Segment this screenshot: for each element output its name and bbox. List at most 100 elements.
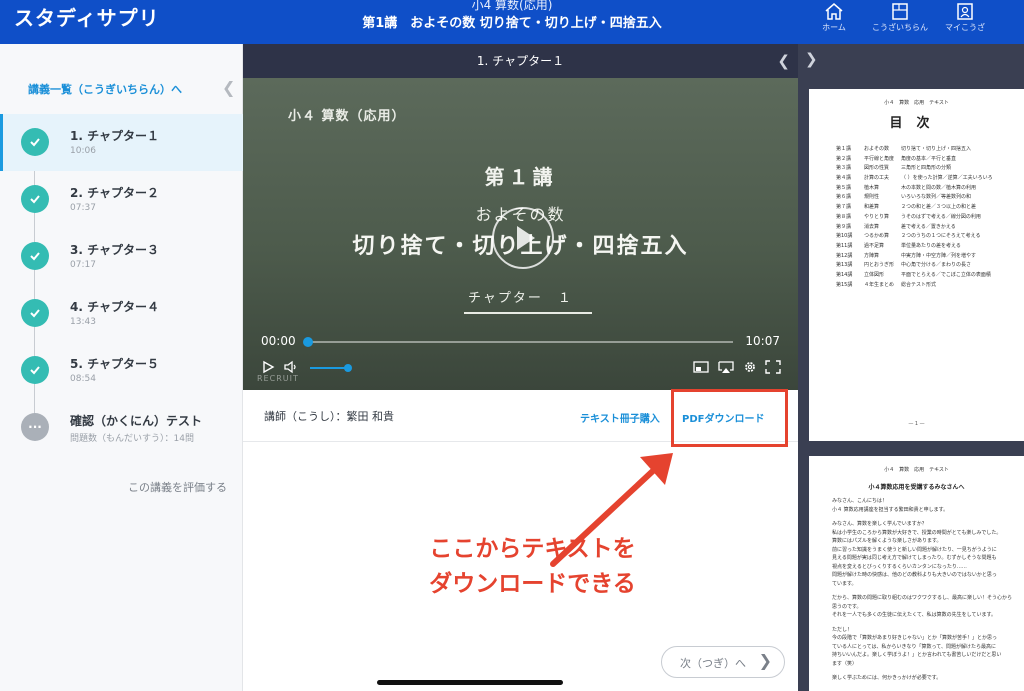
chapter-item-test[interactable]: ··· 確認（かくにん）テスト 問題数（もんだいすう）：14問 — [0, 399, 243, 456]
pdf-toc-detail: （ ）を使った計算／逆算／工夫いろいろ — [901, 175, 993, 182]
check-icon — [21, 242, 49, 270]
pdf-toc-topic: 図形の性質 — [864, 165, 890, 172]
pdf-preview-panel[interactable]: ❯ 小４ 算数 応用 テキスト 目次 第１講 およその数 切り捨て・切り上げ・四捨五… — [798, 44, 1024, 691]
pdf-toc-row: 第４講 計算の工夫 （ ）を使った計算／逆算／工夫いろいろ — [836, 174, 1024, 184]
chevron-left-icon[interactable]: ❮ — [777, 44, 790, 78]
pdf-toc-row: 第２講 平行線と角度 角度の基本／平行と垂直 — [836, 155, 1024, 165]
volume-icon[interactable] — [283, 360, 299, 374]
pdf-toc-detail: ２つのうちの１つにそろえて考える — [901, 233, 981, 240]
seek-bar[interactable] — [303, 337, 733, 347]
pdf-toc-number: 第10講 — [836, 233, 853, 240]
main-content: 1. チャプター１ ❮ 小４ 算数（応用） 第１講 およその数 切り捨て・切り上… — [243, 44, 798, 691]
annotation-line-2: ダウンロードできる — [429, 571, 636, 597]
pdf-toc-topic: 過不足算 — [864, 242, 885, 249]
pdf-toc-number: 第８講 — [836, 213, 852, 220]
pdf-intro-line: 今の段階で「算数があまり好きじゃない」とか「算数が苦手！」とか思っ — [832, 635, 998, 641]
chevron-right-icon: ❯ — [758, 651, 772, 670]
pdf-toc-topic: やりとり算 — [864, 213, 890, 220]
pdf-intro-line: ただし！ — [832, 626, 853, 633]
chapter-item-1[interactable]: 1. チャプター１ 10:06 — [0, 114, 243, 171]
buy-textbook-link[interactable]: テキスト冊子購入 — [580, 410, 660, 425]
pdf-toc-number: 第６講 — [836, 194, 852, 201]
pdf-intro-line: みなさん、算数を楽しく学んでいますか？ — [832, 521, 927, 527]
pdf-toc-detail: 単位量あたりの差を考える — [901, 242, 961, 249]
chapter-duration: 10:06 — [70, 146, 96, 156]
pdf-intro-line: 前に習った知識をうまく使うと新しい問題が解けたり、一見ちがうように — [832, 546, 997, 553]
chevron-right-icon[interactable]: ❯ — [805, 50, 818, 68]
pdf-toc-number: 第４講 — [836, 175, 852, 182]
nav-course-list[interactable]: こうざいちらん — [868, 0, 932, 44]
chapter-item-5[interactable]: 5. チャプター５ 08:54 — [0, 342, 243, 399]
check-icon — [21, 356, 49, 384]
rate-lecture-link[interactable]: この講義を評価する — [128, 479, 227, 495]
chapter-item-2[interactable]: 2. チャプター２ 07:37 — [0, 171, 243, 228]
check-icon — [21, 128, 49, 156]
pdf-toc-detail: 平面でとらえる／でこぼこ立体の表面積 — [901, 271, 991, 278]
collapse-sidebar-icon[interactable]: ❮ — [222, 78, 235, 97]
pdf-toc-topic: およその数 — [864, 146, 890, 152]
pdf-toc-topic: 計算の工夫 — [864, 175, 890, 182]
next-button-label: 次（つぎ）へ — [680, 657, 746, 670]
play-button[interactable] — [492, 207, 554, 269]
pdf-toc-detail: 木の本数と間の数／植木算の利用 — [901, 184, 977, 191]
volume-slider[interactable] — [310, 364, 352, 372]
pdf-toc-row: 第３講 図形の性質 三角形と四角形の分類 — [836, 164, 1024, 174]
chapter-item-4[interactable]: 4. チャプター４ 13:43 — [0, 285, 243, 342]
pdf-toc-number: 第14講 — [836, 271, 853, 278]
nav-my-courses[interactable]: マイこうざ — [942, 0, 988, 44]
video-player[interactable]: 小４ 算数（応用） 第１講 およその数 切り捨て・切り上げ・四捨五入 チャプター… — [243, 78, 798, 390]
pdf-intro-line: ている人にとっては、私からいきなり「算数って、問題が解けたら最高に — [832, 643, 997, 650]
pdf-intro-title: 小４算数応用を受講するみなさんへ — [868, 484, 965, 491]
board-underline — [464, 312, 592, 314]
pdf-toc-number: 第３講 — [836, 165, 852, 172]
pdf-intro-line: 問題が解けた時の快感は、他のどの教科よりも大きいのではないかと思っ — [832, 572, 997, 578]
annotation-text: ここからテキストを ダウンロードできる — [243, 532, 798, 602]
chapter-duration: 08:54 — [70, 374, 96, 384]
airplay-icon[interactable] — [718, 360, 734, 374]
board-chapter: チャプター １ — [468, 291, 573, 306]
book-icon — [892, 3, 908, 20]
check-icon — [21, 299, 49, 327]
pdf-toc-topic: 和差算 — [864, 204, 880, 211]
pdf-toc-row: 第13講 円とおうぎ形 中心角で分ける／まわりの長さ — [836, 261, 1024, 271]
play-small-icon[interactable] — [261, 360, 275, 374]
pdf-intro-line: 私は小学生のころから算数が大好きで、授業の時間がとても楽しみでした。 — [832, 529, 1002, 536]
chapter-label: 3. チャプター３ — [70, 243, 159, 257]
next-button[interactable]: 次（つぎ）へ ❯ — [661, 646, 785, 678]
pdf-toc-number: 第12講 — [836, 252, 853, 259]
pdf-toc-row: 第10講 つるかめ算 ２つのうちの１つにそろえて考える — [836, 232, 1024, 242]
pdf-page-toc: 小４ 算数 応用 テキスト 目次 第１講 およその数 切り捨て・切り上げ・四捨五入第… — [809, 89, 1024, 441]
pdf-page-intro: 小４ 算数 応用 テキスト 小４算数応用を受講するみなさんへ みなさん、こんにち… — [809, 456, 1024, 691]
chapter-duration: 13:43 — [70, 317, 96, 327]
pdf-toc-detail: いろいろな数列／等差数列の和 — [901, 194, 972, 201]
volume-handle[interactable] — [344, 364, 352, 372]
pdf-toc-number: 第９講 — [836, 223, 852, 230]
pdf-toc-number: 第７講 — [836, 204, 852, 211]
pdf-toc-detail: 三角形と四角形の分類 — [901, 165, 952, 172]
pdf-toc-number: 第11講 — [836, 242, 853, 249]
chapter-label: 4. チャプター４ — [70, 300, 159, 314]
pdf-toc-row: 第12講 方陣算 中実方陣・中空方陣／列を増やす — [836, 252, 1024, 262]
pdf-page-number: — 1 — — [908, 421, 925, 427]
more-icon: ··· — [21, 413, 49, 441]
lecture-list-link[interactable]: 講義一覧（こうぎいちらん）へ — [28, 81, 182, 97]
pdf-toc-detail: 差で考える／置きかえる — [901, 223, 956, 230]
pdf-toc-number: 第５講 — [836, 184, 852, 191]
settings-gear-icon[interactable] — [743, 360, 757, 374]
pdf-toc-number: 第13講 — [836, 262, 853, 269]
pip-icon[interactable] — [693, 360, 709, 374]
board-lecture: 第１講 — [484, 165, 557, 189]
seek-handle[interactable] — [303, 337, 313, 347]
pdf-toc-topic: 平行線と角度 — [864, 155, 895, 162]
pdf-toc-row: 第７講 和差算 ２つの和と差／３つ以上の和と差 — [836, 203, 1024, 213]
pdf-intro-line: みなさん、こんにちは！ — [832, 498, 888, 504]
chapter-item-3[interactable]: 3. チャプター３ 07:17 — [0, 228, 243, 285]
pdf-intro-line: それを一人でも多くの生徒に伝えたくて、私は算数の先生をしています。 — [832, 612, 996, 618]
nav-home[interactable]: ホーム — [819, 0, 849, 44]
chapter-label: 1. チャプター１ — [70, 129, 159, 143]
fullscreen-icon[interactable] — [765, 360, 781, 374]
nav-my-courses-label: マイこうざ — [945, 23, 985, 32]
pdf-toc-detail: 総合テスト形式 — [901, 281, 937, 288]
pdf-toc-detail: ２つの和と差／３つ以上の和と差 — [901, 204, 977, 211]
pdf-toc-row: 第８講 やりとり算 うそのはずで考える／線分図の利用 — [836, 213, 1024, 223]
